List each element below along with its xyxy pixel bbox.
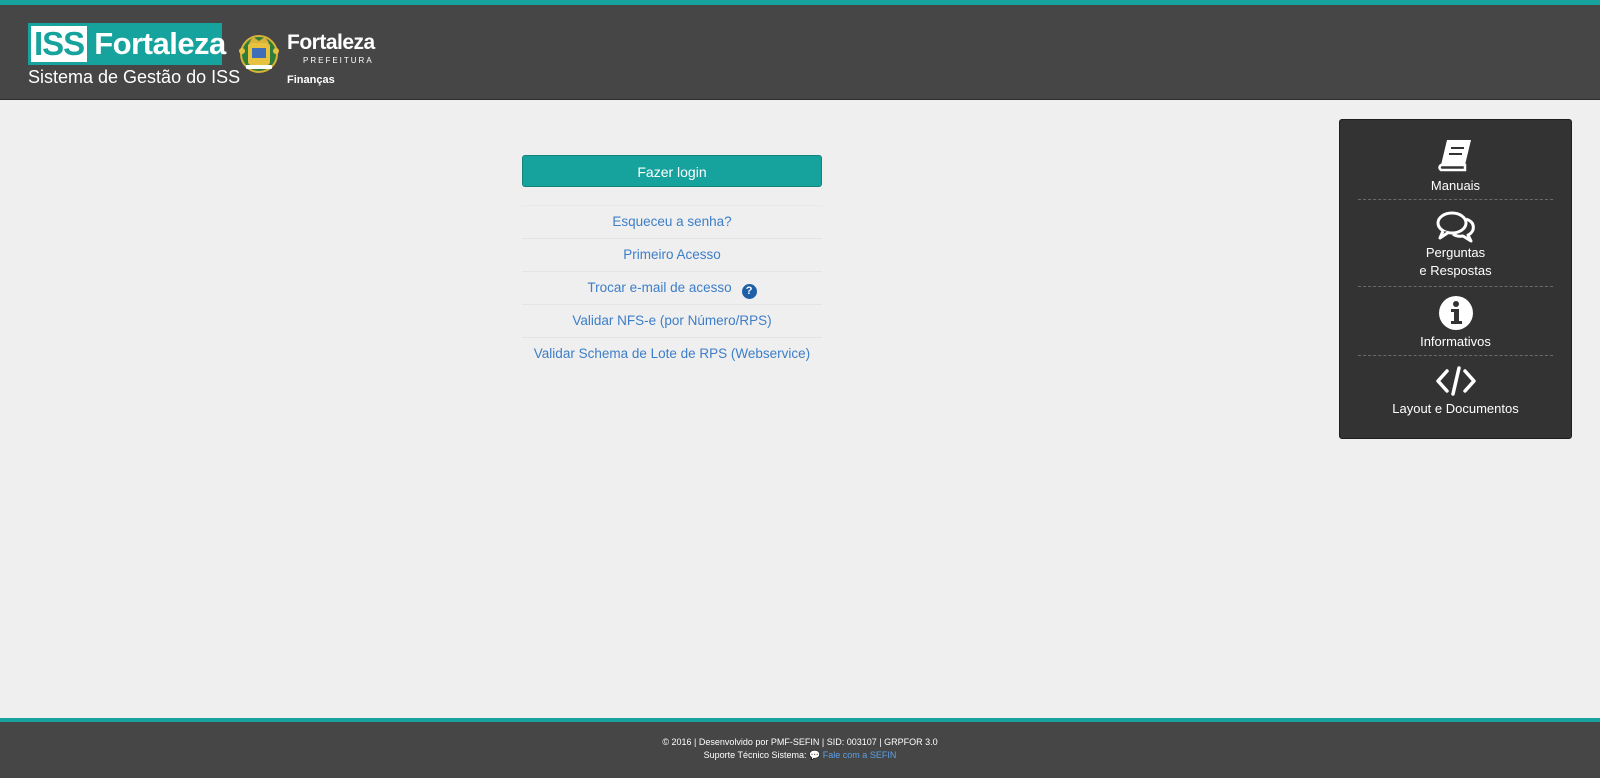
prefeitura-title: Fortaleza xyxy=(287,31,375,54)
contact-sefin-link[interactable]: 💬 Fale com a SEFIN xyxy=(809,750,896,760)
code-icon xyxy=(1435,366,1476,396)
chat-icon: 💬 xyxy=(809,750,821,760)
contact-sefin-label: Fale com a SEFIN xyxy=(822,750,897,760)
side-item-label: Layout e Documentos xyxy=(1392,401,1519,416)
prefeitura-subtitle: PREFEITURA xyxy=(303,56,374,65)
page-footer: © 2016 | Desenvolvido por PMF-SEFIN | SI… xyxy=(0,718,1600,778)
iss-logo-box: ISS xyxy=(31,26,88,62)
validate-nfse-link[interactable]: Validar NFS-e (por Número/RPS) xyxy=(572,313,771,328)
side-item-label: Manuais xyxy=(1430,178,1481,193)
help-side-panel: Manuais Perguntas e Respostas Informativ… xyxy=(1339,119,1572,439)
prefeitura-logo: Fortaleza PREFEITURA Finanças xyxy=(236,27,376,91)
city-crest-icon xyxy=(239,35,279,73)
side-item-manuals[interactable]: Manuais xyxy=(1358,120,1553,200)
help-icon[interactable]: ? xyxy=(741,284,757,299)
change-email-link[interactable]: Trocar e-mail de acesso xyxy=(587,280,731,295)
iss-logo-badge: ISS Fortaleza xyxy=(28,23,226,65)
forgot-password-link[interactable]: Esqueceu a senha? xyxy=(612,214,731,229)
iss-fortaleza-logo[interactable]: ISS Fortaleza Sistema de Gestão do ISS xyxy=(28,23,240,88)
list-item: Primeiro Acesso xyxy=(522,238,822,271)
side-item-layout-docs[interactable]: Layout e Documentos xyxy=(1358,356,1553,436)
book-icon xyxy=(1437,140,1471,172)
side-item-informativos[interactable]: Informativos xyxy=(1358,287,1553,356)
footer-support-label: Suporte Técnico Sistema: xyxy=(703,750,807,760)
list-item: Esqueceu a senha? xyxy=(522,205,822,238)
side-item-faq[interactable]: Perguntas e Respostas xyxy=(1358,200,1553,287)
footer-support: Suporte Técnico Sistema: 💬 Fale com a SE… xyxy=(0,749,1600,762)
first-access-link[interactable]: Primeiro Acesso xyxy=(623,247,721,262)
footer-copyright: © 2016 | Desenvolvido por PMF-SEFIN | SI… xyxy=(662,737,938,747)
login-area: Fazer login Esqueceu a senha? Primeiro A… xyxy=(522,155,822,370)
side-item-label: Informativos xyxy=(1420,334,1491,349)
side-item-label-line1: Perguntas xyxy=(1425,245,1486,260)
side-item-label-line2: e Respostas xyxy=(1419,263,1492,278)
validate-rps-schema-link[interactable]: Validar Schema de Lote de RPS (Webservic… xyxy=(534,346,810,361)
comments-icon xyxy=(1436,211,1475,243)
list-item: Validar Schema de Lote de RPS (Webservic… xyxy=(522,337,822,370)
top-header: ISS Fortaleza Sistema de Gestão do ISS F… xyxy=(0,0,1600,100)
login-button[interactable]: Fazer login xyxy=(522,155,822,187)
iss-logo-subtitle: Sistema de Gestão do ISS xyxy=(28,67,241,87)
info-icon xyxy=(1438,296,1473,330)
prefeitura-department: Finanças xyxy=(287,74,335,86)
list-item: Trocar e-mail de acesso? xyxy=(522,271,822,304)
login-links-list: Esqueceu a senha? Primeiro Acesso Trocar… xyxy=(522,205,822,370)
iss-logo-name: Fortaleza xyxy=(94,26,226,61)
list-item: Validar NFS-e (por Número/RPS) xyxy=(522,304,822,337)
